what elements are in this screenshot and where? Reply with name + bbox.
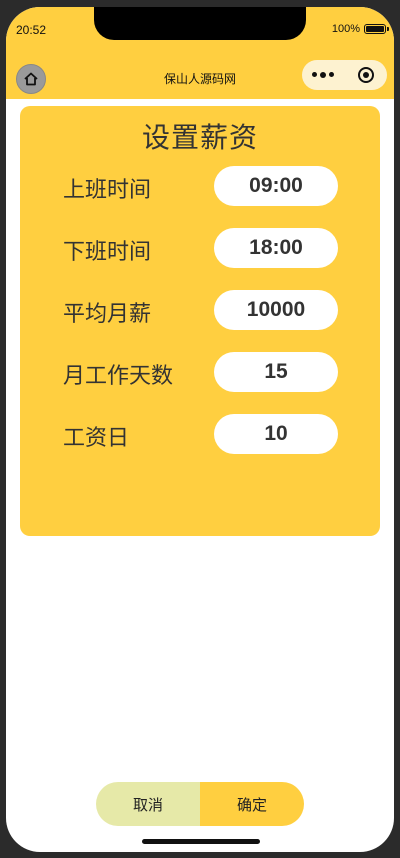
battery-percent: 100% [331, 23, 360, 35]
menu-capsule [302, 60, 387, 90]
salary-settings-panel: 设置薪资 上班时间 09:00 下班时间 18:00 平均月薪 10000 月工… [20, 106, 380, 536]
status-time: 20:52 [16, 23, 47, 37]
row-start-time: 上班时间 09:00 [20, 166, 380, 208]
payday-input[interactable]: 10 [214, 414, 338, 454]
row-end-time: 下班时间 18:00 [20, 228, 380, 270]
end-time-picker[interactable]: 18:00 [214, 228, 338, 268]
device-notch [94, 7, 306, 40]
more-button[interactable] [302, 60, 345, 90]
start-time-picker[interactable]: 09:00 [214, 166, 338, 206]
work-days-input[interactable]: 15 [214, 352, 338, 392]
monthly-salary-label: 平均月薪 [63, 302, 152, 327]
row-payday: 工资日 10 [20, 414, 380, 456]
status-right: 100% [331, 23, 389, 35]
home-indicator[interactable] [142, 839, 260, 844]
row-work-days: 月工作天数 15 [20, 352, 380, 394]
action-buttons: 取消 确定 [96, 782, 304, 826]
cancel-button[interactable]: 取消 [96, 782, 200, 826]
panel-title: 设置薪资 [141, 121, 258, 154]
monthly-salary-input[interactable]: 10000 [214, 290, 338, 330]
more-dots-icon [312, 72, 335, 78]
start-time-label: 上班时间 [63, 178, 152, 203]
confirm-button[interactable]: 确定 [200, 782, 304, 826]
work-days-label: 月工作天数 [63, 364, 174, 389]
close-miniapp-button[interactable] [345, 60, 388, 90]
battery-icon [364, 24, 389, 34]
row-monthly-salary: 平均月薪 10000 [20, 290, 380, 332]
phone-screen: 20:52 100% 保山人源码网 设置薪资 上班时间 09:00 下班时间 1… [6, 7, 394, 852]
end-time-label: 下班时间 [63, 240, 152, 265]
target-close-icon [357, 67, 374, 83]
top-bar: 20:52 100% 保山人源码网 [6, 7, 394, 99]
payday-label: 工资日 [63, 426, 130, 451]
